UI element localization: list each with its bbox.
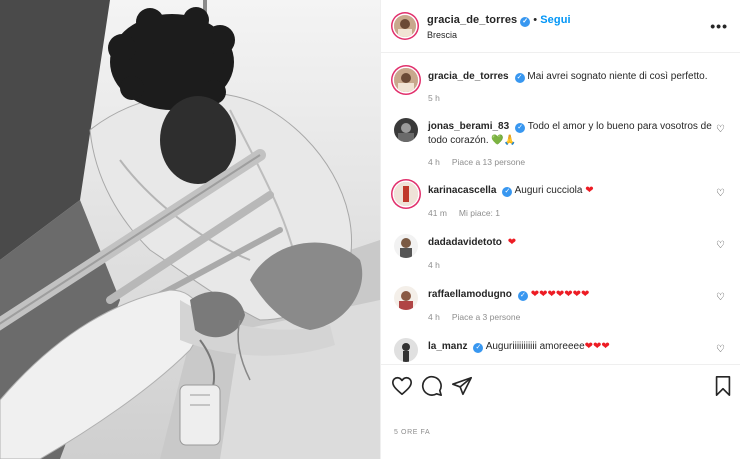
comment-emoji: ❤	[585, 185, 594, 196]
like-comment-icon[interactable]: ♡	[716, 124, 725, 135]
post-photo	[0, 0, 380, 459]
post-side-panel: gracia_de_torres ✓ • Segui Brescia ••• grac…	[380, 0, 740, 459]
comment-time[interactable]: 4 h	[428, 157, 440, 167]
post-header: gracia_de_torres ✓ • Segui Brescia •••	[381, 0, 740, 53]
verified-badge-icon: ✓	[514, 73, 525, 83]
comment-likes[interactable]: Mi piace: 1	[459, 208, 500, 218]
post-actions-bar	[381, 364, 740, 404]
comment-time[interactable]: 4 h	[428, 312, 440, 322]
verified-badge-icon: ✓	[515, 123, 526, 133]
comment-emoji: ❤	[507, 237, 517, 248]
comment-likes[interactable]: Piace a 13 persone	[452, 157, 525, 167]
comment-text: Auguriiiiiiiiiii amoreeee	[485, 341, 585, 352]
commenter-username[interactable]: raffaellamodugno	[428, 289, 512, 300]
comment-meta: 5 h	[428, 93, 452, 103]
comment-time[interactable]: 41 m	[428, 208, 447, 218]
like-comment-icon[interactable]: ♡	[716, 292, 725, 303]
comments-list: gracia_de_torres ✓ Mai avrei sognato nien…	[381, 60, 740, 364]
comment-time[interactable]: 5 h	[428, 93, 440, 103]
bookmark-icon[interactable]	[712, 375, 734, 397]
verified-badge-icon: ✓	[502, 187, 513, 197]
follow-button[interactable]: Segui	[540, 14, 570, 26]
comment-meta: 4 h Piace a 3 persone	[428, 312, 532, 322]
like-comment-icon[interactable]: ♡	[716, 344, 725, 355]
commenter-username[interactable]: la_manz	[428, 341, 467, 352]
comment-text: Auguri cucciola	[514, 185, 583, 196]
separator-dot: •	[533, 14, 538, 26]
paper-plane-icon[interactable]	[451, 375, 473, 397]
comment-icon[interactable]	[421, 375, 443, 397]
comment-emoji: ❤❤❤❤❤❤❤	[530, 289, 590, 300]
commenter-username[interactable]: karinacascella	[428, 185, 496, 196]
verified-badge-icon: ✓	[520, 17, 531, 27]
verified-badge-icon: ✓	[517, 291, 528, 301]
heart-outline-icon[interactable]	[391, 375, 413, 397]
comment-meta: 41 m Mi piace: 1	[428, 208, 512, 218]
commenter-avatar[interactable]	[394, 118, 418, 142]
commenter-avatar[interactable]	[394, 286, 418, 310]
comment-time[interactable]: 4 h	[428, 260, 440, 270]
commenter-username[interactable]: gracia_de_torres	[428, 71, 509, 82]
comment-likes[interactable]: Piace a 3 persone	[452, 312, 521, 322]
comment-emoji: 💚🙏	[491, 135, 517, 146]
verified-badge-icon: ✓	[473, 343, 484, 353]
author-avatar[interactable]	[394, 15, 416, 37]
author-username[interactable]: gracia_de_torres	[427, 14, 517, 26]
comment-emoji: ❤❤❤	[584, 341, 610, 352]
comment-meta: 4 h	[428, 260, 452, 270]
comment-meta: 4 h Piace a 13 persone	[428, 157, 537, 167]
post-timestamp[interactable]: 5 ORE FA	[394, 429, 430, 436]
commenter-avatar[interactable]	[394, 182, 418, 206]
comment-text: Mai avrei sognato niente di così perfett…	[527, 71, 708, 82]
commenter-avatar[interactable]	[394, 68, 418, 92]
like-comment-icon[interactable]: ♡	[716, 188, 725, 199]
commenter-avatar[interactable]	[394, 338, 418, 362]
commenter-username[interactable]: jonas_berami_83	[428, 121, 509, 132]
commenter-username[interactable]: dadadavidetoto	[428, 237, 502, 248]
post-location[interactable]: Brescia	[427, 30, 457, 40]
commenter-avatar[interactable]	[394, 234, 418, 258]
like-comment-icon[interactable]: ♡	[716, 240, 725, 251]
more-options-icon[interactable]: •••	[710, 18, 728, 34]
